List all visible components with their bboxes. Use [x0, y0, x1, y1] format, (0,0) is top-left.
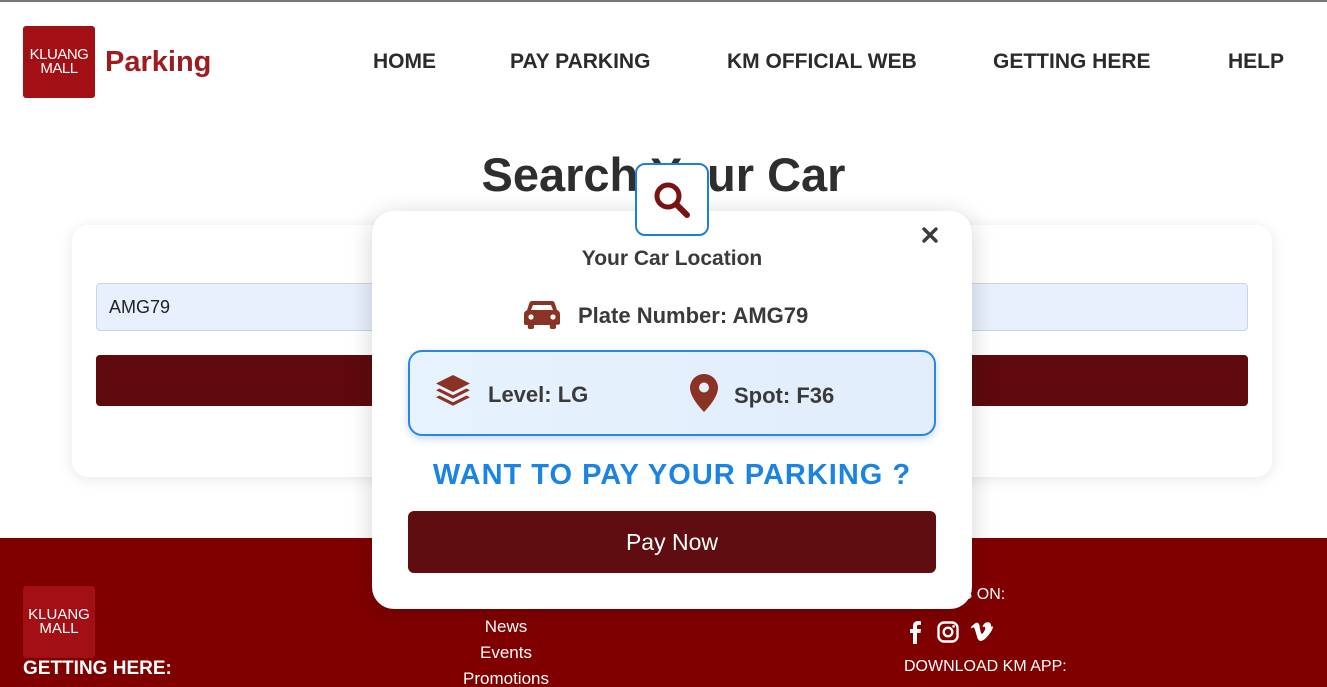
site-header: KLUANG MALL Parking HOME PAY PARKING KM … [0, 2, 1327, 120]
level-info: Level: LG [434, 374, 588, 415]
footer-link-promotions[interactable]: Promotions [440, 666, 572, 687]
footer-logo-line-2: MALL [39, 620, 79, 637]
close-icon[interactable] [918, 223, 942, 247]
nav-help[interactable]: HELP [1228, 50, 1284, 74]
footer-link-news[interactable]: News [440, 614, 572, 640]
car-icon [524, 297, 560, 334]
nav-home[interactable]: HOME [373, 50, 436, 74]
pay-question-heading: WANT TO PAY YOUR PARKING ? [432, 459, 912, 491]
plate-number-text: Plate Number: AMG79 [578, 302, 809, 328]
brand-name[interactable]: Parking [105, 46, 211, 79]
footer-link-events[interactable]: Events [440, 640, 572, 666]
download-app-label: DOWNLOAD KM APP: [904, 658, 1067, 675]
facebook-icon[interactable] [904, 620, 926, 644]
modal-title: Your Car Location [581, 247, 763, 270]
nav-getting-here[interactable]: GETTING HERE [993, 50, 1151, 74]
nav-pay-parking[interactable]: PAY PARKING [510, 50, 650, 74]
footer-logo[interactable]: KLUANG MALL [23, 586, 95, 658]
social-links [904, 620, 994, 644]
location-info-box: Level: LG Spot: F36 [408, 350, 936, 436]
map-pin-icon [690, 374, 718, 417]
car-location-modal: Your Car Location Plate Number: AMG79 Le… [372, 211, 972, 609]
footer-links: News Events Promotions [440, 614, 572, 687]
kluang-mall-logo[interactable]: KLUANG MALL [23, 26, 95, 98]
level-text: Level: LG [488, 381, 589, 407]
logo-line-2: MALL [40, 60, 78, 77]
nav-km-official-web[interactable]: KM OFFICIAL WEB [727, 50, 917, 74]
vimeo-icon[interactable] [970, 620, 994, 644]
instagram-icon[interactable] [936, 620, 960, 644]
search-icon [635, 163, 709, 236]
plate-number-row: Plate Number: AMG79 [524, 297, 808, 334]
spot-text: Spot: F36 [734, 382, 835, 408]
layers-icon [434, 374, 472, 415]
spot-info: Spot: F36 [690, 374, 834, 417]
pay-now-button[interactable]: Pay Now [408, 511, 936, 573]
footer-getting-here-heading: GETTING HERE: [23, 658, 172, 679]
